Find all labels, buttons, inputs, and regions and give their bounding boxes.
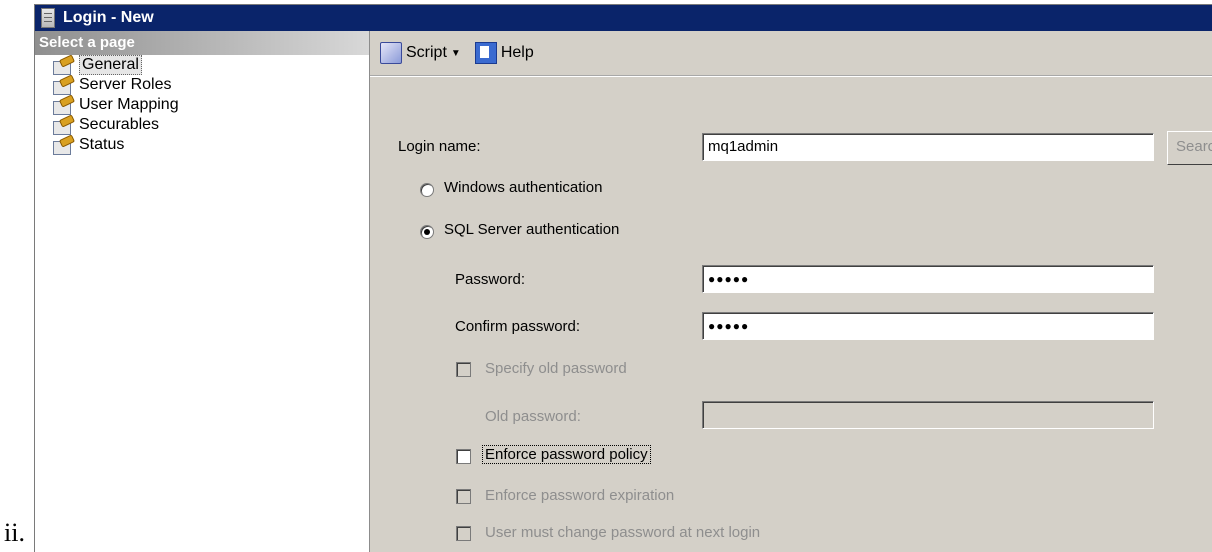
sidebar-item-label: Server Roles: [79, 76, 172, 93]
script-button[interactable]: Script ▼: [380, 42, 467, 64]
password-input[interactable]: ●●●●●: [702, 265, 1154, 293]
figure-caption: ii.: [4, 518, 25, 547]
must-change-checkbox[interactable]: [456, 526, 471, 541]
login-form: Login name: mq1admin Windows authenticat…: [370, 77, 1212, 552]
dialog-icon: [41, 8, 55, 28]
enforce-policy-label-wrap[interactable]: Enforce password policy: [482, 445, 651, 464]
sidebar-item-label: User Mapping: [79, 96, 179, 113]
enforce-expiration-checkbox[interactable]: [456, 489, 471, 504]
sidebar-item-label: Status: [79, 136, 125, 153]
dropdown-caret-icon[interactable]: ▼: [451, 48, 461, 59]
windows-auth-label[interactable]: Windows authentication: [444, 179, 602, 196]
must-change-label: User must change password at next login: [485, 524, 761, 541]
title-bar: Login - New: [35, 5, 1212, 31]
password-label: Password:: [455, 271, 526, 288]
confirm-password-input[interactable]: ●●●●●: [702, 312, 1154, 340]
general-page: Script ▼ Help Login name: mq1admin Windo…: [370, 31, 1212, 552]
sidebar-item-general[interactable]: General: [35, 54, 369, 75]
sidebar-item-label: Securables: [79, 116, 160, 133]
sidebar-item-label: General: [79, 55, 142, 75]
script-label: Script: [406, 44, 447, 61]
confirm-password-label: Confirm password:: [455, 318, 581, 335]
login-name-input[interactable]: mq1admin: [702, 133, 1154, 161]
enforce-policy-label[interactable]: Enforce password policy: [482, 445, 651, 464]
old-password-label: Old password:: [485, 408, 581, 425]
sidebar-item-server-roles[interactable]: Server Roles: [35, 74, 369, 95]
login-new-dialog: Login - New Select a page General Server…: [34, 4, 1212, 552]
select-page-header: Select a page: [35, 31, 369, 55]
sidebar-item-user-mapping[interactable]: User Mapping: [35, 94, 369, 115]
login-name-label: Login name:: [398, 138, 481, 155]
page-icon: [53, 74, 76, 95]
page-icon: [53, 114, 76, 135]
page-icon: [53, 54, 76, 75]
search-button[interactable]: Search...: [1167, 131, 1212, 165]
page-selector-panel: Select a page General Server Roles User …: [35, 31, 370, 552]
page-icon: [53, 134, 76, 155]
toolbar: Script ▼ Help: [370, 31, 1212, 76]
sql-auth-label[interactable]: SQL Server authentication: [444, 221, 619, 238]
enforce-expiration-label: Enforce password expiration: [485, 487, 675, 504]
specify-old-password-label: Specify old password: [485, 360, 627, 377]
enforce-policy-checkbox[interactable]: [456, 449, 471, 464]
sidebar-item-securables[interactable]: Securables: [35, 114, 369, 135]
sql-auth-radio[interactable]: [420, 225, 434, 239]
specify-old-password-checkbox[interactable]: [456, 362, 471, 377]
script-icon: [380, 42, 402, 64]
windows-auth-radio[interactable]: [420, 183, 434, 197]
help-icon: [474, 42, 497, 64]
help-label: Help: [500, 44, 534, 61]
help-button[interactable]: Help: [474, 42, 534, 64]
page-icon: [53, 94, 76, 115]
old-password-input[interactable]: [702, 401, 1154, 429]
sidebar-item-status[interactable]: Status: [35, 134, 369, 155]
window-title: Login - New: [63, 9, 154, 26]
